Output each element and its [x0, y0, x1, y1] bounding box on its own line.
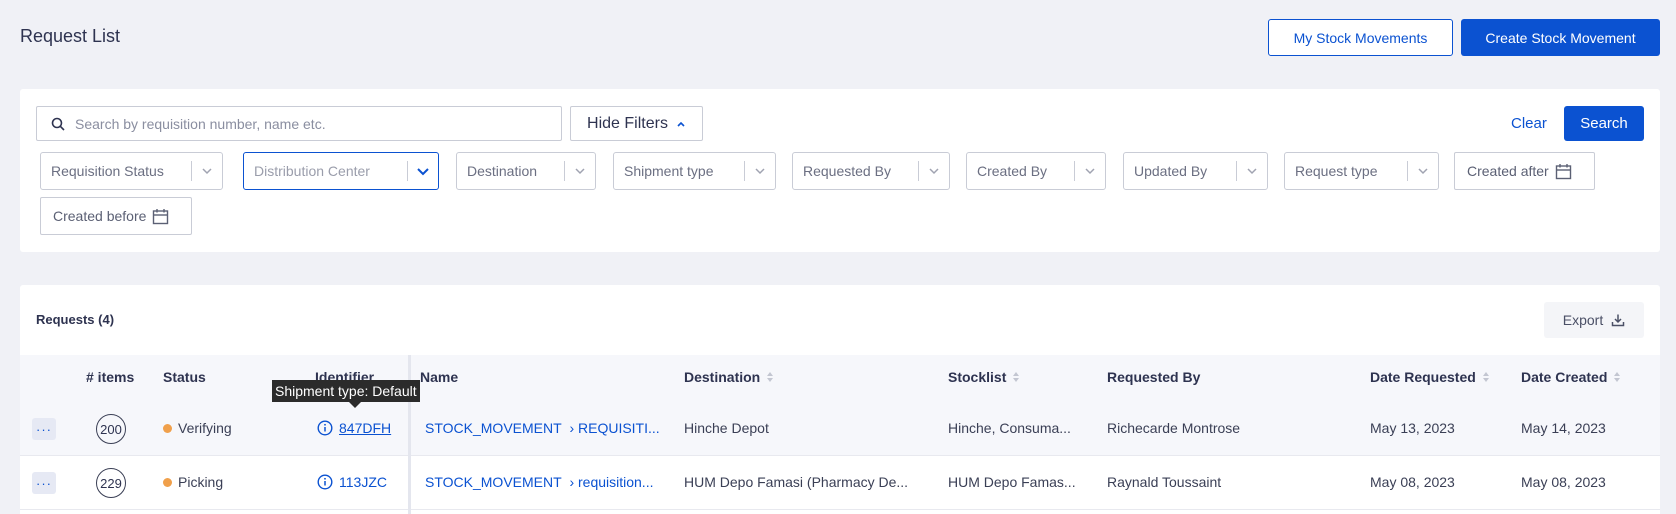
sort-icon [1013, 372, 1020, 382]
column-header-stocklist[interactable]: Stocklist [948, 369, 1020, 385]
tooltip-arrow [349, 402, 361, 408]
requisition-status-select[interactable]: Requisition Status [40, 152, 223, 190]
chevron-down-icon [575, 168, 585, 175]
column-header-items: # items [86, 369, 135, 385]
stocklist-cell: Hinche, Consuma... [948, 420, 1071, 436]
request-type-select[interactable]: Request type [1284, 152, 1439, 190]
requested-by-cell: Raynald Toussaint [1107, 474, 1222, 490]
select-label: Requested By [803, 163, 891, 179]
chevron-down-icon [929, 168, 939, 175]
created-by-select[interactable]: Created By [966, 152, 1106, 190]
search-button[interactable]: Search [1564, 106, 1644, 141]
created-after-button[interactable]: Created after [1454, 152, 1595, 190]
hide-filters-button[interactable]: Hide Filters [570, 106, 703, 141]
column-header-name: Name [420, 369, 459, 385]
sort-icon [1482, 372, 1489, 382]
requested-by-cell: Richecarde Montrose [1107, 420, 1241, 436]
calendar-icon [1555, 163, 1571, 179]
search-box[interactable] [36, 106, 562, 141]
destination-cell: HUM Depo Famasi (Pharmacy De... [684, 474, 909, 490]
info-icon [317, 420, 333, 436]
my-stock-movements-button[interactable]: My Stock Movements [1268, 19, 1453, 56]
identifier-link[interactable]: 847DFH [317, 420, 391, 436]
created-before-label: Created before [53, 208, 147, 224]
chevron-down-icon [755, 168, 765, 175]
date-requested-cell: May 13, 2023 [1370, 420, 1455, 436]
export-button[interactable]: Export [1544, 302, 1644, 338]
column-header-date-requested[interactable]: Date Requested [1370, 369, 1490, 385]
items-count: 200 [96, 414, 126, 444]
column-header-requested-by: Requested By [1107, 369, 1201, 385]
date-requested-cell: May 08, 2023 [1370, 474, 1455, 490]
created-after-label: Created after [1467, 163, 1549, 179]
sort-icon [767, 372, 774, 382]
requests-title: Requests (4) [36, 312, 115, 327]
clear-link[interactable]: Clear [1511, 115, 1547, 132]
page-title: Request List [20, 26, 121, 46]
select-label: Destination [467, 163, 538, 179]
created-before-button[interactable]: Created before [40, 197, 192, 235]
status-dot [163, 477, 172, 487]
create-stock-movement-button[interactable]: Create Stock Movement [1461, 19, 1660, 56]
date-created-cell: May 08, 2023 [1521, 474, 1606, 490]
stocklist-cell: HUM Depo Famas... [948, 474, 1076, 490]
info-icon [317, 474, 333, 490]
table-row: ··· 200 Verifying 847DFH STOCK_MOVEMENT … [20, 402, 1660, 456]
sort-icon [1614, 372, 1621, 382]
status-dot [163, 423, 172, 433]
items-count: 229 [96, 468, 126, 498]
name-link[interactable]: STOCK_MOVEMENT › REQUISITI... [425, 420, 660, 436]
search-input[interactable] [75, 115, 561, 132]
distribution-center-select[interactable]: Distribution Center [243, 152, 439, 190]
requests-panel: Requests (4) Export # items Status Ident… [20, 285, 1660, 514]
chevron-down-icon [1085, 168, 1095, 175]
destination-select[interactable]: Destination [456, 152, 596, 190]
calendar-icon [153, 208, 169, 224]
row-actions-button[interactable]: ··· [32, 418, 56, 440]
tooltip: Shipment type: Default [272, 380, 420, 402]
select-label: Distribution Center [254, 163, 370, 179]
filter-panel: Hide Filters Clear Search Requisition St… [20, 89, 1660, 252]
requested-by-select[interactable]: Requested By [792, 152, 950, 190]
table-row: ··· 229 Picking 113JZC STOCK_MOVEMENT › … [20, 456, 1660, 510]
status-cell: Picking [163, 474, 223, 490]
search-icon [51, 117, 65, 131]
updated-by-select[interactable]: Updated By [1123, 152, 1268, 190]
shipment-type-select[interactable]: Shipment type [613, 152, 776, 190]
row-actions-button[interactable]: ··· [32, 472, 56, 494]
name-link[interactable]: STOCK_MOVEMENT › requisition... [425, 474, 653, 490]
chevron-down-icon [417, 167, 429, 175]
column-divider[interactable] [408, 355, 411, 514]
chevron-down-icon [1418, 168, 1428, 175]
column-header-destination[interactable]: Destination [684, 369, 774, 385]
select-label: Created By [977, 163, 1048, 179]
column-header-date-created[interactable]: Date Created [1521, 369, 1621, 385]
chevron-up-icon [677, 121, 685, 127]
destination-cell: Hinche Depot [684, 420, 769, 436]
chevron-down-icon [202, 168, 212, 175]
select-label: Request type [1295, 163, 1378, 179]
chevron-down-icon [1247, 168, 1257, 175]
identifier-link[interactable]: 113JZC [317, 474, 387, 490]
select-label: Shipment type [624, 163, 714, 179]
download-icon [1611, 314, 1625, 327]
date-created-cell: May 14, 2023 [1521, 420, 1606, 436]
select-label: Requisition Status [51, 163, 164, 179]
select-label: Updated By [1134, 163, 1208, 179]
hide-filters-label: Hide Filters [587, 114, 668, 132]
export-label: Export [1562, 312, 1604, 328]
status-cell: Verifying [163, 420, 232, 436]
column-header-status: Status [163, 369, 206, 385]
